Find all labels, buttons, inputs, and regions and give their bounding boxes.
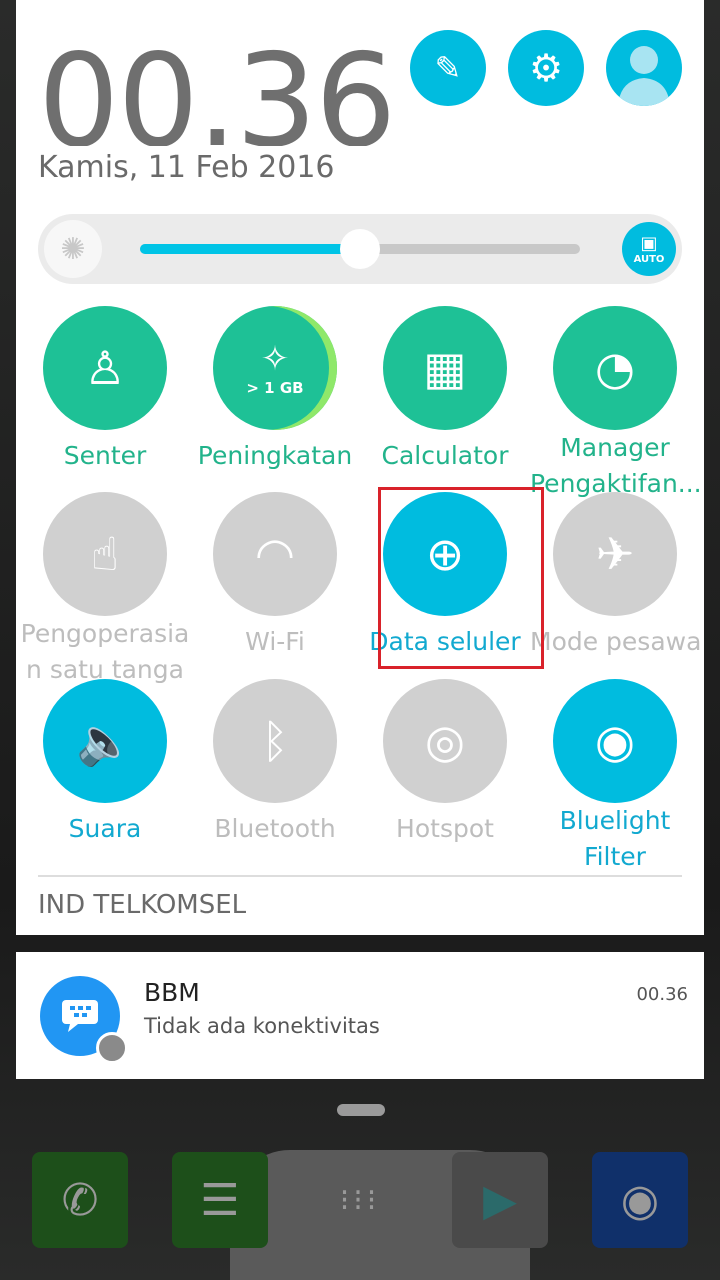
brightness-bar: ✺ ▣ AUTO [38,214,682,284]
tile-bluetooth[interactable]: ᛒ Bluetooth [190,679,360,847]
tile-label: Hotspot [396,814,494,843]
auto-label: AUTO [633,254,665,265]
tile-button[interactable]: ◠ [213,492,337,616]
bluetooth-icon: ᛒ [261,714,289,768]
tile-button[interactable]: 🔈 [43,679,167,803]
tile-label: Pengoperasian satu tangan [20,619,190,684]
user-avatar-button[interactable] [606,30,682,106]
phone-icon: ✆ [61,1174,99,1226]
dock-app-drawer[interactable]: ⁝⁝⁝ [312,1152,408,1248]
speaker-icon: 🔈 [76,713,134,768]
tile-label: Bluetooth [214,814,336,843]
dock-phone[interactable]: ✆ [32,1152,128,1248]
tile-bluelight-filter[interactable]: ◉ Bluelight Filter [530,679,700,875]
settings-button[interactable]: ⚙ [508,30,584,106]
auto-brightness-button[interactable]: ▣ AUTO [622,222,676,276]
brightness-icon: ✺ [44,220,102,278]
notification-bbm[interactable]: BBM Tidak ada konektivitas 00.36 [16,952,704,1079]
tile-button[interactable]: ✈ [553,492,677,616]
play-store-icon: ▶ [483,1174,517,1226]
edit-button[interactable]: ✎ [410,30,486,106]
panel-drag-handle[interactable] [337,1104,385,1116]
notification-text: Tidak ada konektivitas [144,1014,380,1038]
tile-button[interactable]: ᛒ [213,679,337,803]
clock-date: Kamis, 11 Feb 2016 [38,150,335,185]
tile-badge: > 1 GB [246,379,304,397]
broom-icon: ✧ [260,339,290,379]
tile-label: Calculator [381,441,509,470]
camera-icon: ◉ [620,1174,660,1226]
quick-settings-panel: 00.36 Kamis, 11 Feb 2016 ✎ ⚙ ✺ ▣ AUTO ♙ Se… [16,0,704,935]
divider [38,875,682,877]
auto-brightness-icon: ▣ [640,233,658,254]
tile-button[interactable]: ◎ [383,679,507,803]
tile-label: Wi-Fi [245,627,305,656]
bbm-small-icon [96,1032,128,1064]
dock-camera[interactable]: ◉ [592,1152,688,1248]
tile-label: Peningkatan [197,441,353,470]
gauge-wrench-icon: ◔ [594,341,636,395]
brightness-fill [140,244,360,254]
messages-icon: ☰ [200,1174,240,1226]
tile-calculator[interactable]: ▦ Calculator [360,306,530,474]
flashlight-icon: ♙ [84,341,126,395]
edit-icon: ✎ [434,49,462,87]
notification-title: BBM [144,978,200,1007]
tile-manager-pengaktifan[interactable]: ◔ Manager Pengaktifan... [530,306,700,502]
tile-button[interactable]: ▦ [383,306,507,430]
tile-button[interactable]: ✧ > 1 GB [213,306,337,430]
clock-time: 00.36 [38,38,395,146]
brightness-thumb[interactable] [340,229,380,269]
tile-button[interactable]: ◉ [553,679,677,803]
tile-label: Senter [63,441,147,470]
tile-pengoperasian-satu-tangan[interactable]: ☝ Pengoperasian satu tangan [20,492,190,688]
tile-mode-pesawat[interactable]: ✈ Mode pesawat [530,492,700,660]
app-drawer-icon: ⁝⁝⁝ [339,1182,381,1218]
brightness-slider[interactable] [140,229,580,269]
tile-suara[interactable]: 🔈 Suara [20,679,190,847]
calculator-icon: ▦ [423,341,467,395]
dock-messages[interactable]: ☰ [172,1152,268,1248]
wifi-icon: ◠ [254,527,296,581]
user-avatar-icon [618,46,670,106]
tile-label: Suara [68,814,142,843]
tile-hotspot[interactable]: ◎ Hotspot [360,679,530,847]
one-hand-icon: ☝ [90,527,119,581]
highlight-box [378,487,544,669]
tile-button[interactable]: ♙ [43,306,167,430]
airplane-icon: ✈ [595,527,635,581]
tile-wi-fi[interactable]: ◠ Wi-Fi [190,492,360,660]
tile-peningkatan[interactable]: ✧ > 1 GB Peningkatan [190,306,360,474]
hotspot-icon: ◎ [424,714,466,768]
tile-senter[interactable]: ♙ Senter [20,306,190,474]
dock-play-store[interactable]: ▶ [452,1152,548,1248]
notification-time: 00.36 [636,984,688,1005]
carrier-name: IND TELKOMSEL [38,890,247,920]
eye-shield-icon: ◉ [594,714,636,768]
tile-label: Bluelight Filter [559,806,671,871]
gear-icon: ⚙ [528,46,564,90]
tile-label: Mode pesawat [530,627,700,656]
tile-button[interactable]: ◔ [553,306,677,430]
tile-button[interactable]: ☝ [43,492,167,616]
